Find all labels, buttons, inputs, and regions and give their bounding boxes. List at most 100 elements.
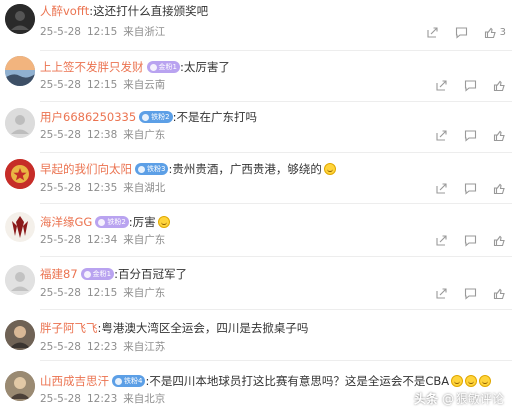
comment-location: 来自广东: [123, 287, 166, 299]
username[interactable]: 早起的我们向太阳: [40, 161, 132, 177]
comment-date: 25-5-28: [40, 287, 81, 299]
share-icon[interactable]: [435, 182, 448, 195]
cry-laugh-emoji-icon: [451, 375, 464, 387]
comment-text: :粤港澳大湾区全运会，四川是去掀桌子吗: [97, 321, 309, 335]
comment-item: 人醉vofft :这还打什么直接颁奖吧 25-5-28 12:15 来自浙江 3: [0, 0, 512, 51]
default-avatar-icon: [5, 265, 35, 295]
comment-date: 25-5-28: [40, 129, 81, 141]
avatar[interactable]: [5, 265, 35, 295]
comment-location: 来自湖北: [123, 182, 166, 194]
comment-icon[interactable]: [464, 287, 477, 300]
comment-date: 25-5-28: [40, 341, 81, 353]
photo-avatar-icon: [5, 371, 35, 401]
comment-icon[interactable]: [464, 182, 477, 195]
comment-actions: [435, 77, 506, 93]
watermark-at: @: [441, 391, 454, 406]
avatar[interactable]: [5, 371, 35, 401]
badge-icon: [98, 218, 106, 226]
badge-icon: [138, 165, 145, 173]
comment-date: 25-5-28: [40, 182, 81, 194]
comment-date: 25-5-28: [40, 234, 81, 246]
fan-badge: 金粉1: [146, 61, 180, 73]
username[interactable]: 山西成吉思汗: [40, 373, 109, 389]
like-icon[interactable]: [493, 287, 506, 300]
fan-badge: 铁粉4: [112, 375, 146, 387]
comment-date: 25-5-28: [40, 79, 81, 91]
comment-actions: 3: [426, 24, 506, 40]
avatar[interactable]: [5, 4, 35, 34]
like-count: 3: [499, 26, 506, 38]
comment-time: 12:15: [86, 26, 118, 38]
comment-text: :厉害: [128, 215, 156, 229]
avatar[interactable]: [5, 56, 35, 86]
default-avatar-icon: [5, 108, 35, 138]
star-emblem-avatar-icon: [5, 159, 35, 189]
share-icon[interactable]: [435, 234, 448, 247]
username[interactable]: 福建87: [40, 266, 78, 282]
username[interactable]: 胖子阿飞飞: [40, 320, 98, 336]
comment-date: 25-5-28: [40, 393, 81, 405]
share-icon[interactable]: [426, 26, 439, 39]
comment-time: 12:35: [86, 182, 118, 194]
clap-emoji-icon: [157, 216, 170, 228]
comment-item: 上上签不发胖只发财 金粉1 :太厉害了 25-5-28 12:15 来自云南: [0, 51, 512, 102]
fan-badge: 铁粉2: [95, 216, 129, 228]
comment-item: 海洋缘GG 铁粉2 :厉害 25-5-28 12:34 来自广东: [0, 204, 512, 257]
username[interactable]: 人醉vofft: [40, 3, 89, 19]
comment-icon[interactable]: [464, 234, 477, 247]
comment-time: 12:15: [86, 287, 118, 299]
comment-item: 福建87 金粉1 :百分百冠军了 25-5-28 12:15 来自广东: [0, 257, 512, 310]
like-icon[interactable]: [493, 234, 506, 247]
comment-actions: [435, 232, 506, 248]
fan-badge: 金粉1: [80, 268, 115, 280]
cry-laugh-emoji-icon: [479, 375, 492, 387]
avatar[interactable]: [5, 159, 35, 189]
comment-actions: [435, 127, 506, 143]
avatar[interactable]: [5, 212, 35, 242]
comment-location: 来自浙江: [123, 26, 166, 38]
username[interactable]: 海洋缘GG: [40, 214, 92, 230]
comment-icon[interactable]: [455, 26, 468, 39]
comment-location: 来自江苏: [123, 341, 166, 353]
watermark-account: 狠敏评论: [455, 392, 504, 406]
like-icon[interactable]: [484, 26, 497, 39]
share-icon[interactable]: [435, 79, 448, 92]
comment-location: 来自云南: [123, 79, 166, 91]
username[interactable]: 用户6686250335: [40, 109, 136, 125]
cry-laugh-emoji-icon: [465, 375, 478, 387]
watermark: 头条 @ 狠敏评论: [414, 390, 504, 407]
fan-badge: 铁粉3: [135, 163, 169, 175]
share-icon[interactable]: [435, 287, 448, 300]
comment-time: 12:23: [86, 393, 118, 405]
like-icon[interactable]: [493, 182, 506, 195]
comment-time: 12:15: [86, 79, 118, 91]
comment-actions: [435, 180, 506, 196]
comment-date: 25-5-28: [40, 26, 81, 38]
badge-icon: [142, 113, 150, 121]
comment-location: 来自北京: [123, 393, 166, 405]
share-icon[interactable]: [435, 129, 448, 142]
like-icon[interactable]: [493, 79, 506, 92]
watermark-platform: 头条: [413, 392, 438, 406]
comment-icon[interactable]: [464, 79, 477, 92]
badge-icon: [115, 377, 122, 385]
username[interactable]: 上上签不发胖只发财: [40, 59, 144, 75]
sunset-avatar-icon: [5, 56, 35, 86]
comment-item: 用户6686250335 铁粉2 :不是在广东打吗 25-5-28 12:38 来自…: [0, 102, 512, 153]
photo-avatar-icon: [5, 320, 35, 350]
comment-icon[interactable]: [464, 129, 477, 142]
comment-time: 12:23: [86, 341, 118, 353]
badge-icon: [83, 270, 91, 278]
comment-text: :这还打什么直接颁奖吧: [89, 4, 209, 18]
comment-time: 12:38: [86, 129, 118, 141]
badge-icon: [149, 63, 157, 71]
avatar[interactable]: [5, 108, 35, 138]
comment-text: :太厉害了: [179, 60, 230, 74]
like-icon[interactable]: [493, 129, 506, 142]
fan-badge: 铁粉2: [139, 111, 173, 123]
emblem-avatar-icon: [5, 212, 35, 242]
comment-text: :不是在广东打吗: [172, 110, 258, 124]
comment-item: 胖子阿飞飞 :粤港澳大湾区全运会，四川是去掀桌子吗 25-5-28 12:23 来自…: [0, 310, 512, 361]
avatar[interactable]: [5, 320, 35, 350]
comment-location: 来自广东: [123, 129, 166, 141]
